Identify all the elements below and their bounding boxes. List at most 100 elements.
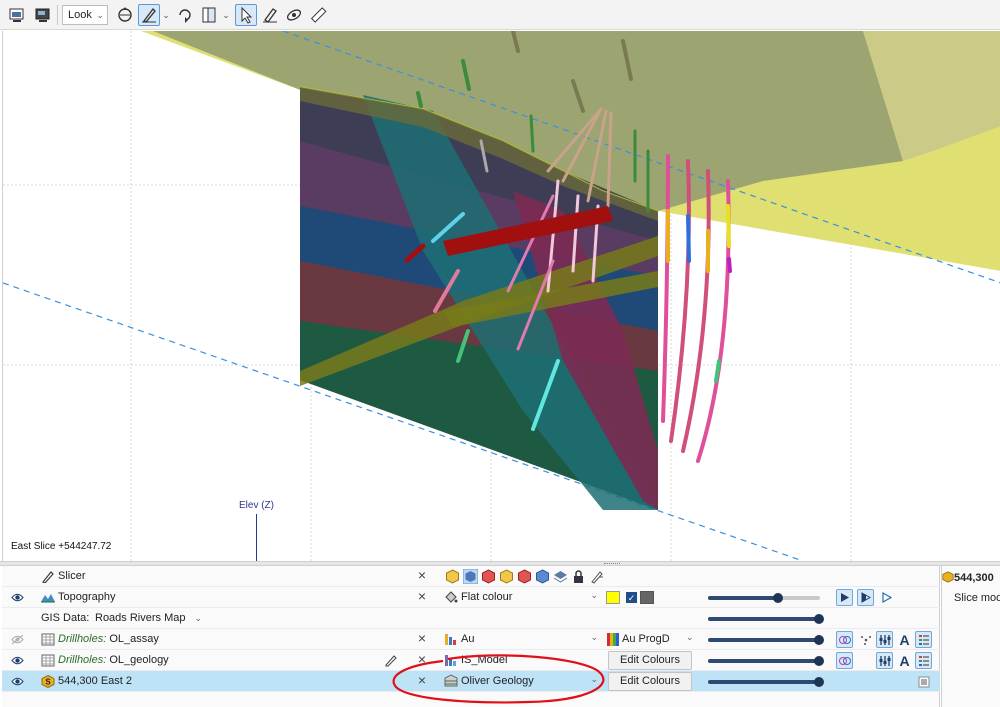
scene-row-slicer[interactable]: Slicer × [2,566,940,587]
legend-list-icon[interactable] [915,673,932,690]
edit-colours-button[interactable]: Edit Colours [608,651,692,670]
toolbar-separator [57,5,58,25]
cube-red-icon[interactable] [481,569,496,584]
gis-data-label: GIS Data: [41,612,90,624]
scene-row-label: OL_assay [109,633,159,645]
close-icon[interactable]: × [415,631,429,646]
chevron-down-icon[interactable]: ⌄ [220,4,232,26]
colour-ramp-icon [607,633,619,646]
play-outline-icon[interactable] [878,589,895,606]
cube-yellow-icon[interactable] [499,569,514,584]
scene-row-label: 544,300 East 2 [58,675,133,687]
paint-bucket-icon [444,590,458,604]
orbit-icon[interactable] [283,4,305,26]
scene-row-label: Topography [58,591,116,603]
eye-icon[interactable] [11,655,24,666]
bar-chart-icon [444,653,458,667]
colouring-label: Oliver Geology [461,675,534,687]
colour-swatch-grey[interactable] [640,591,654,604]
close-icon[interactable]: × [415,673,429,688]
eye-icon[interactable] [11,676,24,687]
window-dark-icon[interactable] [32,4,54,26]
geology-model-icon [444,674,458,688]
eye-hidden-icon[interactable] [11,634,24,645]
colouring-select[interactable]: Flat colour ⌄ [442,589,604,606]
slice-position-label: East Slice +544247.72 [11,541,112,552]
chevron-down-icon: ⌄ [590,632,598,642]
drillholes-table-icon [41,633,55,646]
gis-data-select[interactable]: Roads Rivers Map ⌄ [95,612,202,624]
play-half-icon[interactable] [857,589,874,606]
colouring-label: IS_Model [461,654,508,666]
properties-title: 544,300 [954,572,994,584]
text-label-icon[interactable]: A [896,631,913,648]
slicer-mode-buttons [445,569,604,584]
bar-chart-icon [444,632,458,646]
text-label-icon[interactable]: A [896,652,913,669]
panel-icon[interactable] [198,4,220,26]
colouring-select[interactable]: Au ⌄ [442,631,604,648]
opacity-slider[interactable] [708,593,820,603]
slicer-pen-icon [41,570,55,584]
view-mode-label: Look [68,9,92,21]
legend-select[interactable]: Au ProgD ⌄ [606,631,696,648]
checkbox-checked[interactable]: ✓ [626,592,637,603]
pen-flag-icon[interactable] [589,569,604,584]
filter-icon[interactable] [836,631,853,648]
rotate-icon[interactable] [114,4,136,26]
layers-icon[interactable] [553,569,568,584]
column-settings-icon[interactable] [876,631,893,648]
properties-subtitle: Slice mode [954,592,1000,604]
eye-icon[interactable] [11,592,24,603]
opacity-slider[interactable] [708,677,824,687]
section-badge-icon [942,571,954,583]
scene-row-section[interactable]: S 544,300 East 2 × Oliver Geology ⌄ Edit… [2,671,940,692]
eraser-pen-icon[interactable] [259,4,281,26]
drillholes-prefix: Drillholes: [58,633,107,645]
scene-row-drillholes-geology[interactable]: Drillholes: OL_geology × IS_Model Edit C… [2,650,940,671]
scatter-icon[interactable] [857,631,874,648]
chevron-down-icon: ⌄ [194,613,203,623]
chevron-down-icon[interactable]: ⌄ [160,4,172,26]
legend-list-icon[interactable] [915,652,932,669]
toolbar: Look ⌄ ⌄ ⌄ [0,0,1000,30]
close-icon[interactable]: × [415,652,429,667]
legend-list-icon[interactable] [915,631,932,648]
cube-blue-icon[interactable] [535,569,550,584]
colouring-select[interactable]: IS_Model [442,652,604,669]
drillholes-table-icon [41,654,55,667]
topography-icon [41,591,55,604]
axis-label: Elev (Z) [239,500,274,511]
scene-row-topography[interactable]: Topography × Flat colour ⌄ ✓ [2,587,940,608]
play-icon[interactable] [836,589,853,606]
section-badge-icon: S [41,674,55,689]
view-mode-select[interactable]: Look ⌄ [62,5,108,25]
edit-pencil-icon[interactable] [384,653,398,670]
ruler-icon[interactable] [307,4,329,26]
select-pointer-icon[interactable] [235,4,257,26]
scene-list: Slicer × Topography × Flat colour ⌄ ✓ GI… [2,566,940,707]
opacity-slider[interactable] [708,656,824,666]
edit-colours-button[interactable]: Edit Colours [608,672,692,691]
gis-data-value: Roads Rivers Map [95,612,186,624]
svg-text:S: S [45,678,51,687]
window-icon[interactable] [6,4,28,26]
colour-swatch[interactable] [606,591,620,604]
3d-viewport[interactable]: East Slice +544247.72 Elev (Z) [2,31,1000,561]
lock-icon[interactable] [571,569,586,584]
scene-row-drillholes-assay[interactable]: Drillholes: OL_assay × Au ⌄ Au ProgD ⌄ A [2,629,940,650]
close-icon[interactable]: × [415,568,429,583]
cube-blue-icon[interactable] [463,569,478,584]
opacity-slider[interactable] [708,614,824,624]
close-icon[interactable]: × [415,589,429,604]
3d-scene[interactable] [3,31,1000,561]
colouring-select[interactable]: Oliver Geology ⌄ [442,673,604,690]
rotate-axis-icon[interactable] [174,4,196,26]
cube-yellow-icon[interactable] [445,569,460,584]
column-settings-icon[interactable] [876,652,893,669]
opacity-slider[interactable] [708,635,824,645]
splitter-grip-icon[interactable] [604,563,620,565]
filter-icon[interactable] [836,652,853,669]
slicer-pen-icon[interactable] [138,4,160,26]
cube-red-icon[interactable] [517,569,532,584]
